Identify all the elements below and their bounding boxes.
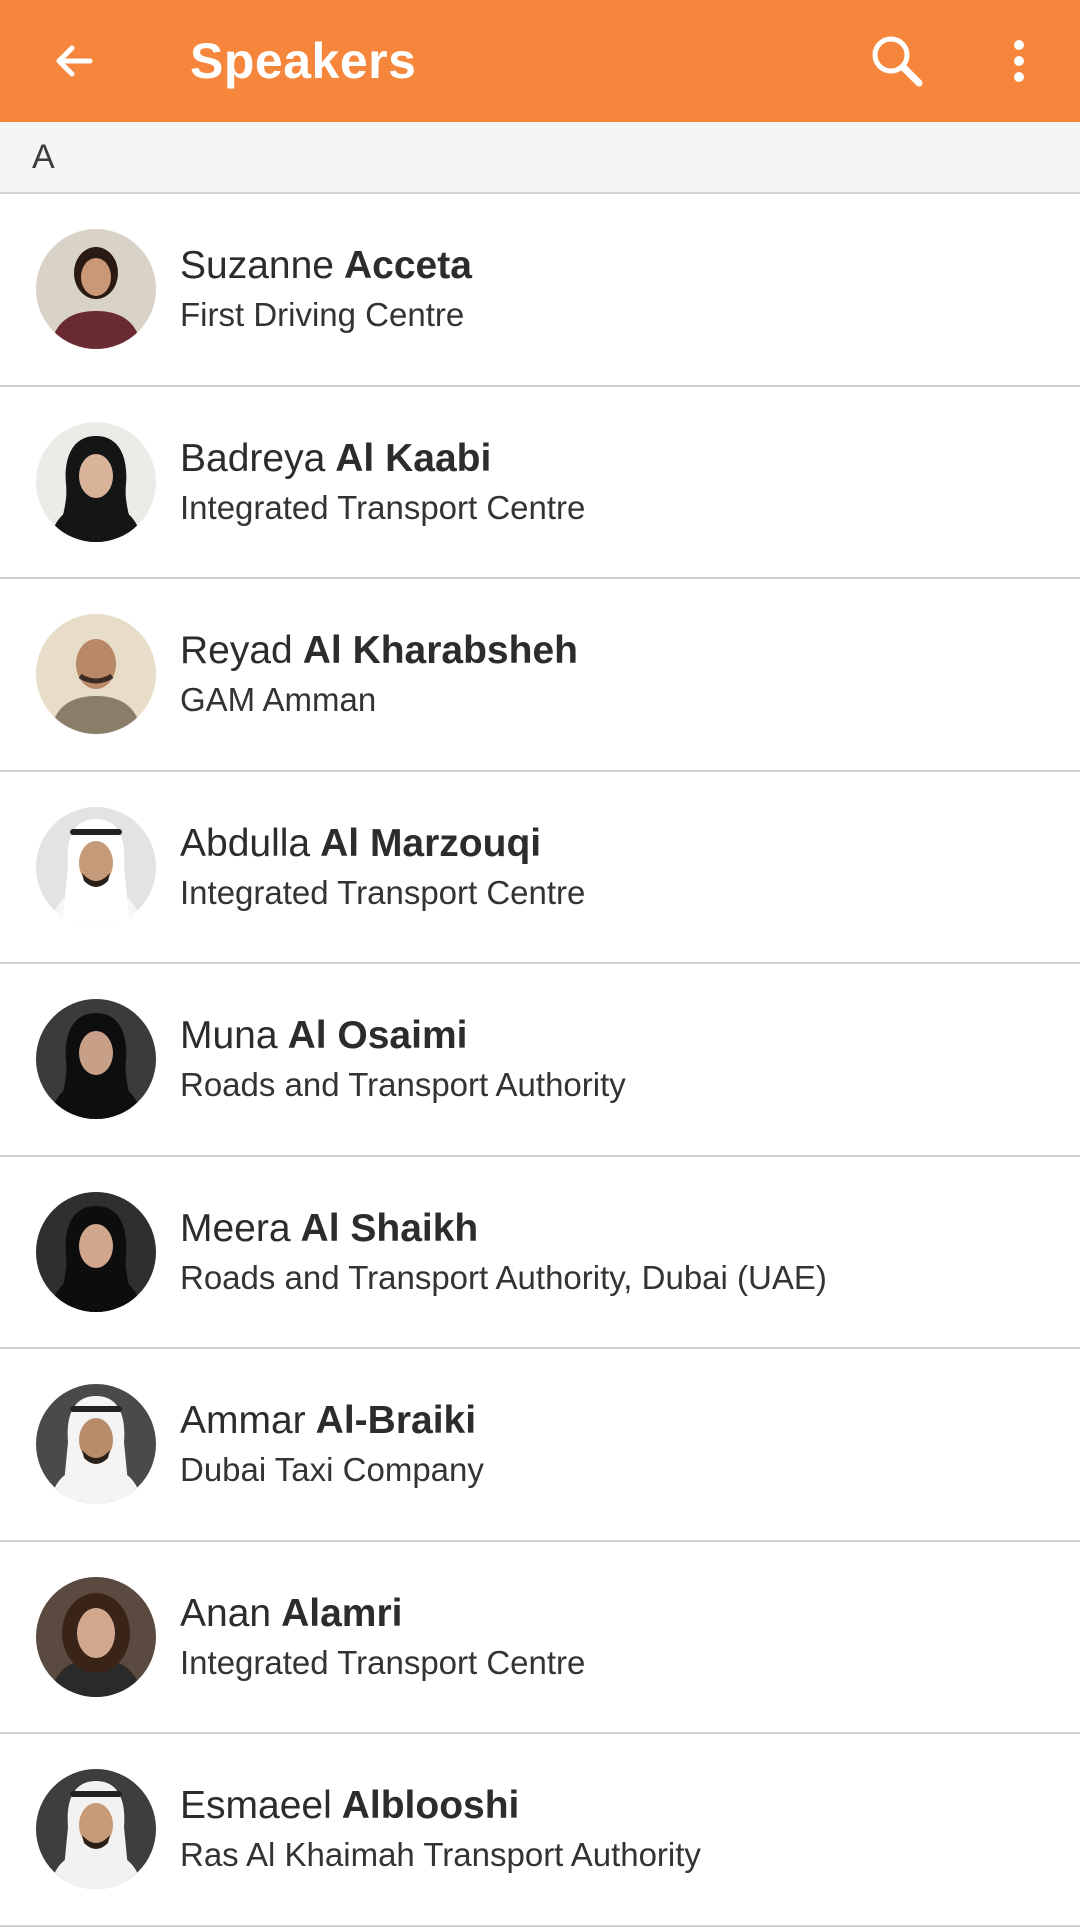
speaker-name: Suzanne Acceta [180,241,472,291]
back-button[interactable] [0,0,148,122]
speaker-last-name: Al Kaabi [335,436,492,480]
speaker-text: Muna Al Osaimi Roads and Transport Authori… [180,1011,626,1107]
speaker-text: Meera Al Shaikh Roads and Transport Author… [180,1204,827,1300]
speaker-organization: Roads and Transport Authority, Dubai (UA… [180,1258,827,1296]
list-item[interactable]: Suzanne Acceta First Driving Centre [0,194,1080,387]
list-item[interactable]: Badreya Al Kaabi Integrated Transport Cent… [0,387,1080,579]
speaker-organization: Dubai Taxi Company [180,1451,484,1489]
list-item[interactable]: Muna Al Osaimi Roads and Transport Authori… [0,964,1080,1157]
speaker-first-name: Ammar [180,1399,306,1443]
avatar [36,1769,156,1890]
speaker-text: Esmaeel Alblooshi Ras Al Khaimah Transport… [180,1781,701,1877]
speaker-name: Ammar Al-Braiki [180,1396,484,1446]
speaker-first-name: Abdulla [180,821,311,865]
avatar [36,806,156,927]
speaker-organization: First Driving Centre [180,296,465,334]
speaker-organization: Ras Al Khaimah Transport Authority [180,1836,701,1874]
speaker-name: Muna Al Osaimi [180,1011,626,1061]
speaker-name: Reyad Al Kharabsheh [180,626,578,676]
search-button[interactable] [836,0,958,122]
app-bar: Speakers [0,0,1080,122]
avatar [36,1576,156,1697]
speaker-organization: GAM Amman [180,681,377,719]
speaker-organization: Integrated Transport Centre [180,1643,586,1681]
speaker-name: Abdulla Al Marzouqi [180,819,585,869]
speaker-last-name: Al Marzouqi [320,821,542,865]
section-letter: A [32,137,55,176]
more-options-button[interactable] [958,0,1080,122]
speaker-last-name: Alblooshi [341,1784,520,1828]
list-item[interactable]: Ammar Al-Braiki Dubai Taxi Company [0,1349,1080,1542]
speaker-organization: Roads and Transport Authority [180,1066,626,1104]
speaker-first-name: Muna [180,1014,278,1058]
speaker-first-name: Badreya [180,436,326,480]
speaker-organization: Integrated Transport Centre [180,873,586,911]
speaker-text: Badreya Al Kaabi Integrated Transport Cent… [180,434,585,530]
arrow-left-icon [56,45,93,77]
speaker-name: Esmaeel Alblooshi [180,1781,701,1831]
speaker-text: Abdulla Al Marzouqi Integrated Transport C… [180,819,585,915]
speaker-organization: Integrated Transport Centre [180,488,586,526]
section-header: A [0,122,1080,194]
avatar [36,229,156,350]
speaker-list: Suzanne Acceta First Driving Centre Badrey… [0,194,1080,1927]
list-item[interactable]: Meera Al Shaikh Roads and Transport Author… [0,1157,1080,1349]
speaker-last-name: Al Kharabsheh [302,629,578,673]
speaker-last-name: Al Osaimi [287,1014,468,1058]
page-title: Speakers [190,33,417,89]
speaker-name: Badreya Al Kaabi [180,434,585,484]
speaker-text: Anan Alamri Integrated Transport Centre [180,1589,585,1685]
avatar [36,1384,156,1505]
speaker-last-name: Alamri [281,1591,403,1635]
speaker-last-name: Al-Braiki [315,1399,477,1443]
list-item[interactable]: Reyad Al Kharabsheh GAM Amman [0,579,1080,772]
speaker-first-name: Reyad [180,629,293,673]
avatar [36,421,156,542]
more-vert-icon [1014,40,1024,82]
speaker-text: Ammar Al-Braiki Dubai Taxi Company [180,1396,484,1492]
speaker-first-name: Meera [180,1206,291,1250]
avatar [36,614,156,735]
avatar [36,1191,156,1312]
search-icon [872,36,923,87]
speaker-last-name: Acceta [343,244,472,288]
speaker-text: Suzanne Acceta First Driving Centre [180,241,472,337]
list-item[interactable]: Abdulla Al Marzouqi Integrated Transport C… [0,772,1080,964]
speaker-text: Reyad Al Kharabsheh GAM Amman [180,626,578,722]
list-item[interactable]: Anan Alamri Integrated Transport Centre [0,1542,1080,1734]
avatar [36,999,156,1120]
speaker-last-name: Al Shaikh [300,1206,479,1250]
speaker-first-name: Esmaeel [180,1784,332,1828]
speaker-name: Meera Al Shaikh [180,1204,827,1254]
speaker-name: Anan Alamri [180,1589,585,1639]
speaker-first-name: Suzanne [180,244,334,288]
list-item[interactable]: Esmaeel Alblooshi Ras Al Khaimah Transport… [0,1734,1080,1927]
speaker-first-name: Anan [180,1591,272,1635]
